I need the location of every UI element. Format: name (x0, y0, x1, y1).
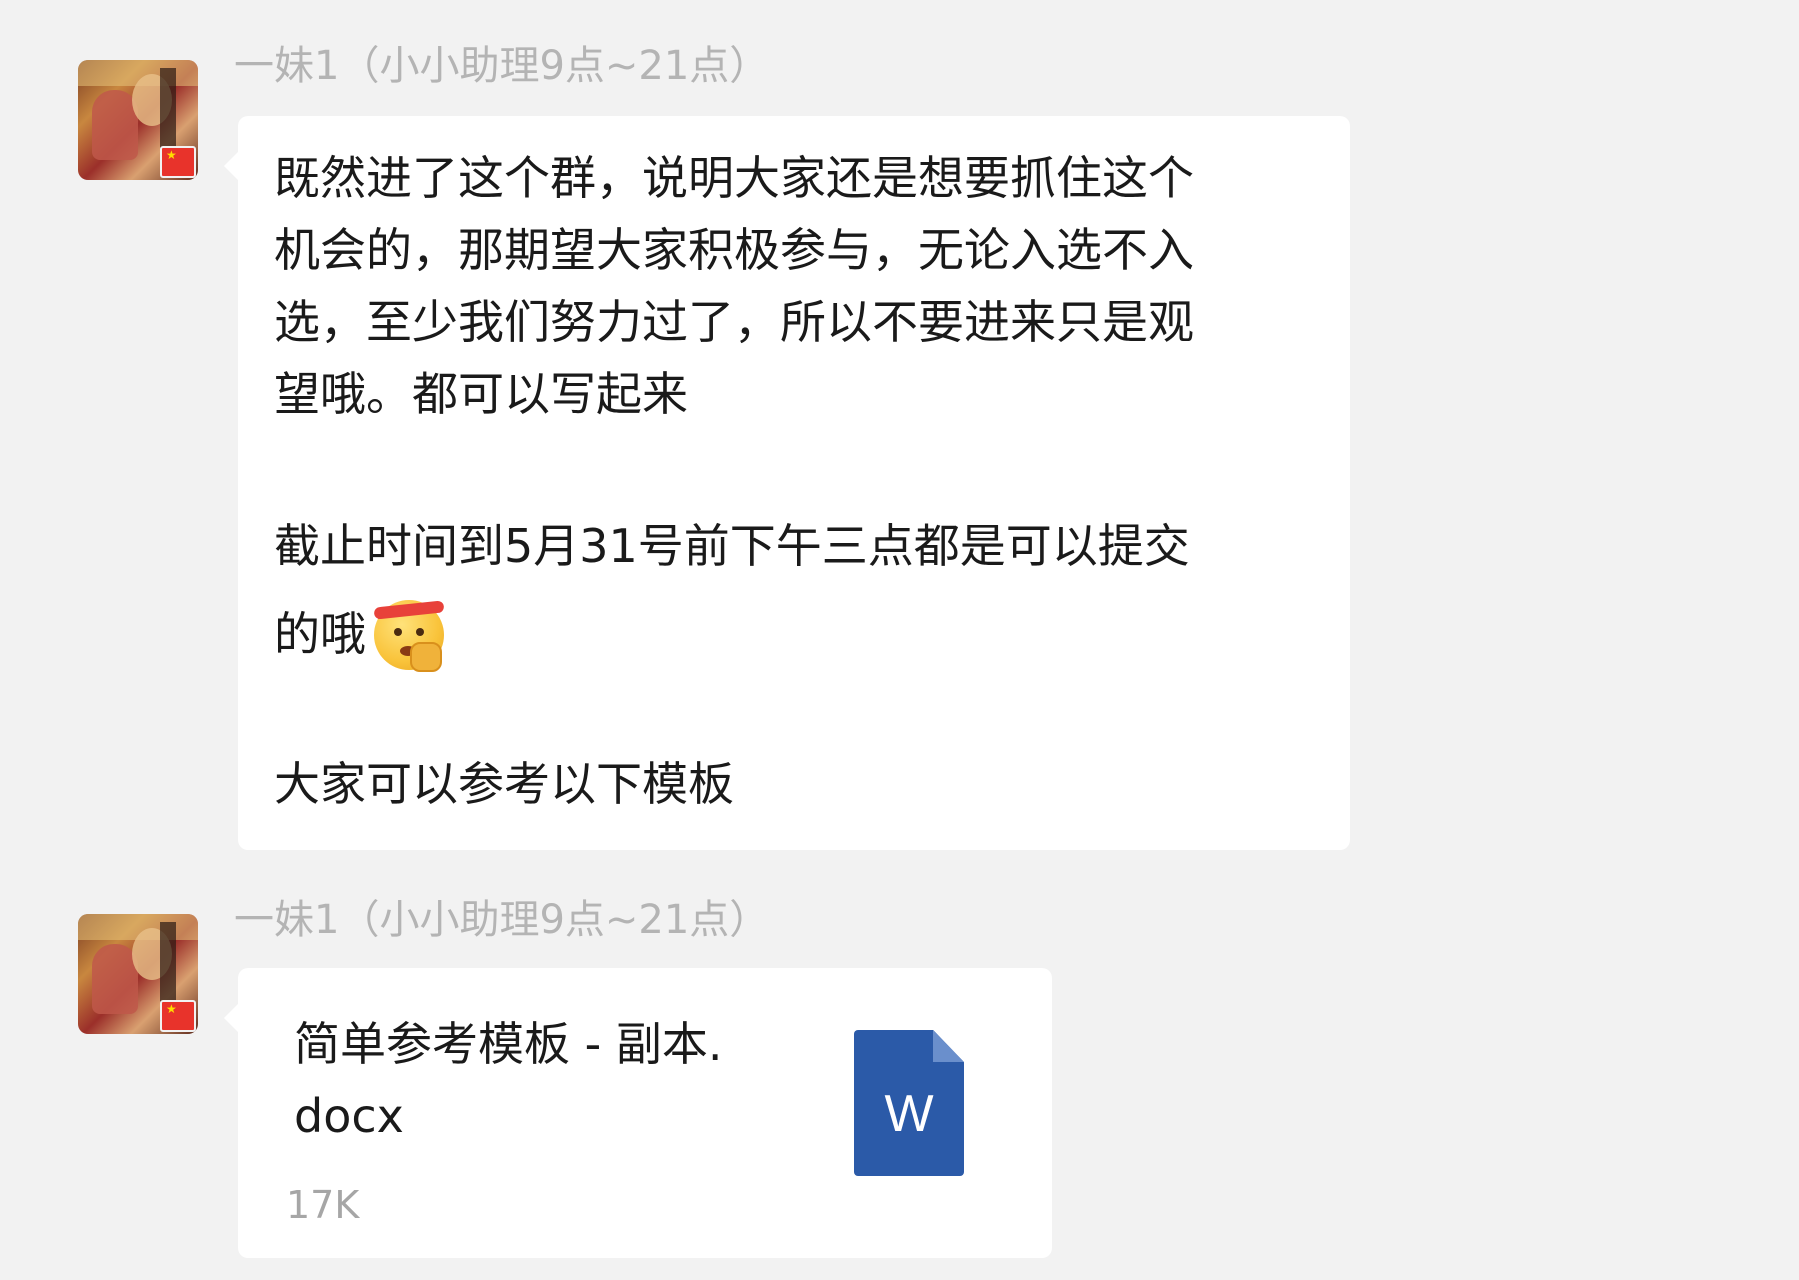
sender-name: 一妹1（小小助理9点~21点） (234, 897, 770, 943)
file-size: 17K (286, 1183, 360, 1227)
message-text: 的哦 (274, 607, 366, 661)
file-name-line: docx (294, 1089, 404, 1143)
message-text-line-with-emoji: 的哦 (274, 594, 448, 672)
message-bubble[interactable]: 既然进了这个群，说明大家还是想要抓住这个 机会的，那期望大家积极参与，无论入选不… (224, 116, 1350, 850)
message-text-line: 截止时间到5月31号前下午三点都是可以提交 (274, 519, 1190, 573)
word-icon-letter: W (884, 1085, 934, 1143)
file-name-line: 简单参考模板 - 副本. (294, 1017, 723, 1071)
china-flag-badge-icon: ★ (160, 146, 196, 178)
china-flag-badge-icon: ★ (160, 1000, 196, 1032)
message-text-line: 大家可以参考以下模板 (274, 757, 734, 811)
fighting-emoji-icon (370, 594, 448, 672)
message-text-line: 望哦。都可以写起来 (274, 367, 688, 421)
message-text-line: 既然进了这个群，说明大家还是想要抓住这个 (274, 151, 1194, 205)
file-message-bubble[interactable]: 简单参考模板 - 副本. docx 17K W (224, 968, 1052, 1258)
word-document-icon: W (854, 1030, 964, 1176)
message-text-line: 机会的，那期望大家积极参与，无论入选不入 (274, 223, 1194, 277)
sender-name: 一妹1（小小助理9点~21点） (234, 43, 770, 89)
message-text-line: 选，至少我们努力过了，所以不要进来只是观 (274, 295, 1194, 349)
